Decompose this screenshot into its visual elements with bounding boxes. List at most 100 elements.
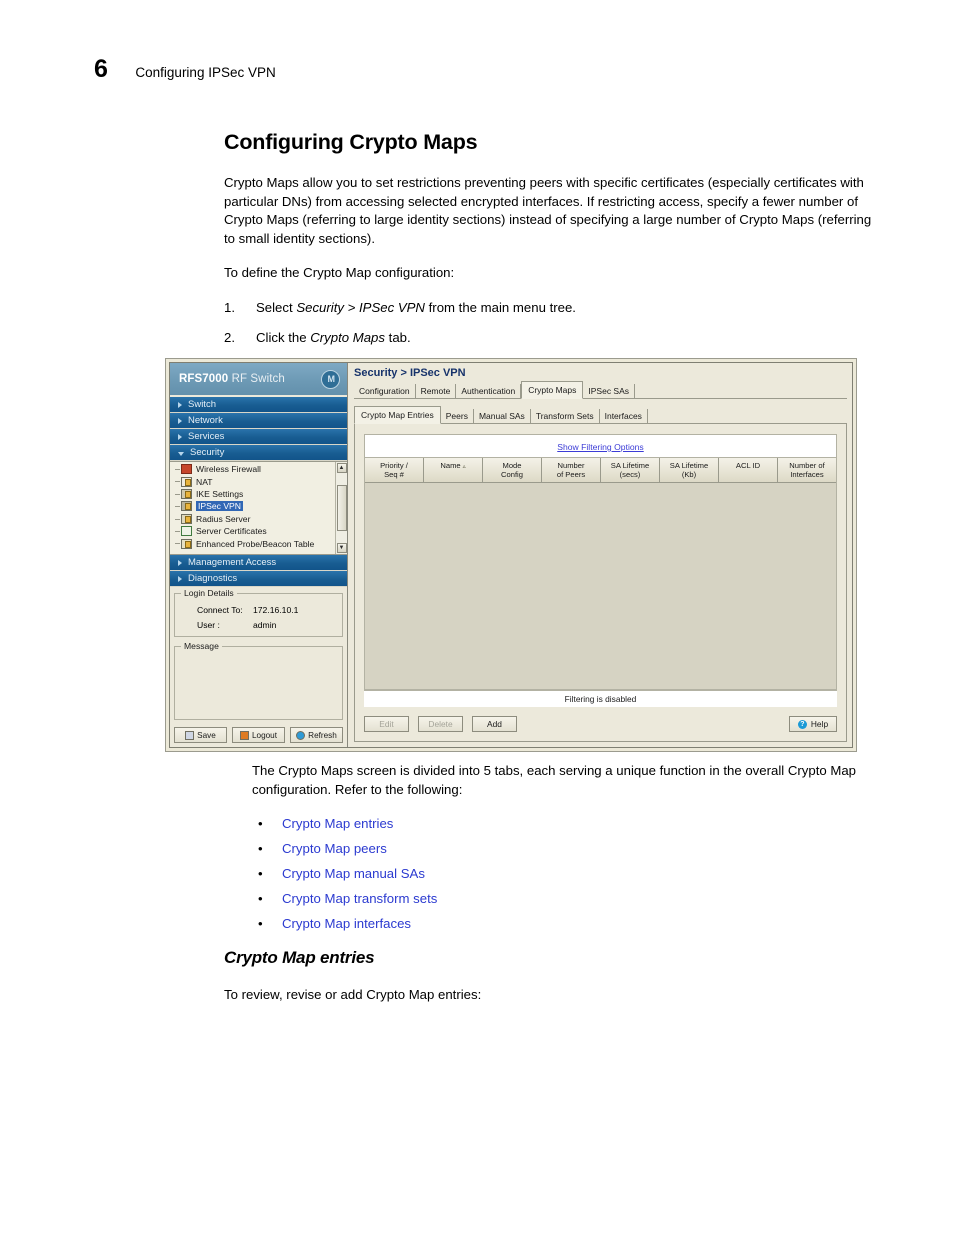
step-text-emphasis: Crypto Maps (310, 329, 385, 345)
tabs-description-paragraph: The Crypto Maps screen is divided into 5… (252, 763, 857, 797)
tab-configuration[interactable]: Configuration (354, 384, 416, 398)
main-tab-row: Configuration Remote Authentication Cryp… (354, 381, 847, 399)
bullet-icon: • (258, 816, 263, 832)
scrollbar-thumb[interactable] (336, 485, 347, 531)
link-crypto-map-interfaces[interactable]: Crypto Map interfaces (282, 916, 411, 931)
column-sa-lifetime-kb[interactable]: SA Lifetime (Kb) (660, 458, 719, 482)
crypto-map-table: Priority / Seq # Name ▵ Mode Config Numb… (364, 457, 837, 690)
motorola-logo-icon: M (321, 369, 340, 389)
list-item: • Crypto Map interfaces (252, 915, 877, 933)
sidebar-group-diagnostics[interactable]: Diagnostics (170, 571, 347, 587)
lock-icon (181, 488, 192, 499)
subtab-crypto-map-entries[interactable]: Crypto Map Entries (354, 406, 441, 424)
main-pane: Security > IPSec VPN Configuration Remot… (348, 363, 852, 747)
sort-ascending-icon: ▵ (462, 464, 466, 470)
sidebar-group-services[interactable]: Services (170, 429, 347, 445)
step-text-post: tab. (385, 329, 411, 345)
tab-remote[interactable]: Remote (416, 384, 457, 398)
link-crypto-map-manual-sas[interactable]: Crypto Map manual SAs (282, 866, 425, 881)
subtab-transform-sets[interactable]: Transform Sets (531, 409, 600, 423)
help-button[interactable]: ? Help (789, 716, 837, 732)
intro-paragraph: Crypto Maps allow you to set restriction… (224, 175, 872, 246)
tab-authentication[interactable]: Authentication (456, 384, 522, 398)
column-acl-id[interactable]: ACL ID (719, 458, 778, 482)
tree-item-label: IKE Settings (196, 488, 244, 499)
tree-item-wireless-firewall[interactable]: Wireless Firewall (173, 463, 335, 475)
subtab-manual-sas[interactable]: Manual SAs (474, 409, 531, 423)
save-button[interactable]: Save (174, 727, 227, 743)
step-item: 1. Select Security > IPSec VPN from the m… (224, 299, 874, 318)
subsection-title: Crypto Map entries (224, 948, 375, 967)
list-item: • Crypto Map manual SAs (252, 865, 877, 883)
firewall-icon (181, 464, 192, 475)
tab-ipsec-sas[interactable]: IPSec SAs (583, 384, 636, 398)
link-crypto-map-peers[interactable]: Crypto Map peers (282, 841, 387, 856)
connect-to-value: 172.16.10.1 (253, 605, 299, 615)
page-title: Configuring Crypto Maps (224, 130, 478, 154)
subtab-interfaces[interactable]: Interfaces (600, 409, 648, 423)
chevron-right-icon (178, 417, 182, 424)
sidebar-group-management-access[interactable]: Management Access (170, 555, 347, 571)
column-line1: Number of (789, 461, 825, 470)
column-line2: (Kb) (681, 470, 697, 479)
link-crypto-map-transform-sets[interactable]: Crypto Map transform sets (282, 891, 437, 906)
left-navigation-column: RFS7000 RF Switch M Switch Network Servi… (170, 363, 348, 747)
application-window: RFS7000 RF Switch M Switch Network Servi… (169, 362, 853, 748)
help-label: Help (810, 719, 829, 729)
breadcrumb: Security > IPSec VPN (354, 367, 466, 379)
tree-item-label: IPSec VPN (196, 501, 243, 512)
login-details-fieldset: Login Details Connect To: 172.16.10.1 Us… (174, 588, 343, 637)
column-line1: Name (440, 461, 461, 470)
column-line2: (secs) (619, 470, 641, 479)
user-value: admin (253, 620, 277, 630)
sidebar-group-switch[interactable]: Switch (170, 397, 347, 413)
page-header: 6 Configuring IPSec VPN (94, 55, 276, 84)
application-screenshot: RFS7000 RF Switch M Switch Network Servi… (165, 358, 857, 752)
logout-button[interactable]: Logout (232, 727, 285, 743)
chevron-right-icon (178, 433, 182, 440)
tree-item-nat[interactable]: NAT (173, 475, 335, 487)
scroll-up-icon[interactable]: ▲ (336, 463, 347, 473)
column-mode-config[interactable]: Mode Config (483, 458, 542, 482)
link-crypto-map-entries[interactable]: Crypto Map entries (282, 816, 393, 831)
sidebar-group-network[interactable]: Network (170, 413, 347, 429)
security-tree-list: Wireless Firewall NAT IKE Settings IPSec… (170, 462, 335, 554)
connect-to-label: Connect To: (197, 605, 243, 615)
tree-item-enhanced-probe-beacon-table[interactable]: Enhanced Probe/Beacon Table (173, 537, 335, 549)
column-sa-lifetime-secs[interactable]: SA Lifetime (secs) (601, 458, 660, 482)
logout-label: Logout (251, 730, 278, 740)
tree-item-ike-settings[interactable]: IKE Settings (173, 488, 335, 500)
show-filtering-options-link[interactable]: Show Filtering Options (557, 442, 643, 452)
crypto-map-entries-panel: Show Filtering Options Priority / Seq # … (354, 424, 847, 742)
user-row: User : admin (181, 620, 336, 630)
sidebar-group-security[interactable]: Security (170, 445, 347, 461)
security-tree-panel: Wireless Firewall NAT IKE Settings IPSec… (170, 461, 347, 555)
tree-item-server-certificates[interactable]: Server Certificates (173, 525, 335, 537)
scroll-down-icon[interactable]: ▼ (336, 543, 347, 553)
column-priority-seq[interactable]: Priority / Seq # (365, 458, 424, 482)
step-text-pre: Select (256, 299, 297, 315)
lead-in-text: To define the Crypto Map configuration: (224, 265, 455, 281)
add-button[interactable]: Add (472, 716, 517, 732)
column-number-of-interfaces[interactable]: Number of Interfaces (778, 458, 836, 482)
sidebar-group-label: Services (188, 431, 225, 442)
column-line2: Config (501, 470, 523, 479)
tab-crypto-maps[interactable]: Crypto Maps (521, 381, 584, 399)
column-number-of-peers[interactable]: Number of Peers (542, 458, 601, 482)
table-body[interactable] (365, 483, 836, 689)
column-line2: of Peers (556, 470, 586, 479)
login-button-row: Save Logout Refresh (174, 727, 343, 743)
subtab-peers[interactable]: Peers (441, 409, 474, 423)
edit-button[interactable]: Edit (364, 716, 409, 732)
refresh-button[interactable]: Refresh (290, 727, 343, 743)
save-label: Save (197, 730, 216, 740)
tree-item-ipsec-vpn[interactable]: IPSec VPN (173, 500, 335, 512)
message-legend: Message (181, 641, 222, 651)
logout-icon (239, 730, 249, 740)
tree-scrollbar[interactable]: ▲ ▼ (335, 462, 347, 554)
column-name[interactable]: Name ▵ (424, 458, 483, 482)
tree-item-radius-server[interactable]: Radius Server (173, 513, 335, 525)
list-item: • Crypto Map transform sets (252, 890, 877, 908)
delete-button[interactable]: Delete (418, 716, 463, 732)
upper-content: Configuring Crypto Maps Crypto Maps allo… (224, 130, 874, 358)
